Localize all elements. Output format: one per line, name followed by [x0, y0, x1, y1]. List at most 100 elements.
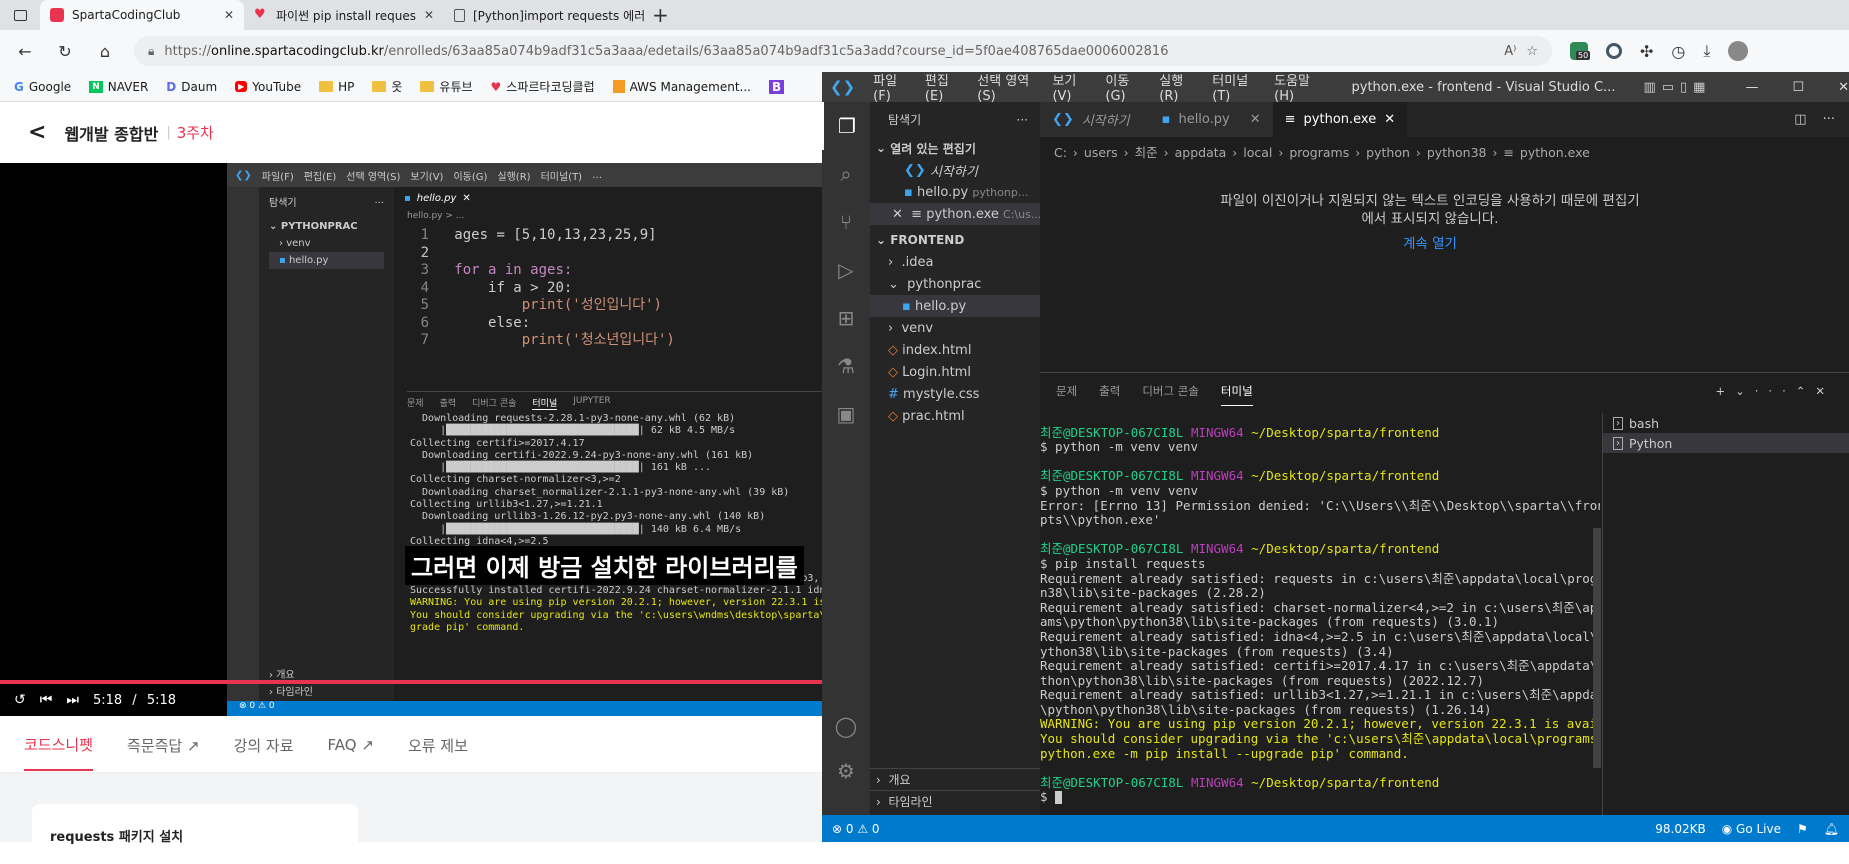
home-icon[interactable]: ⌂: [94, 42, 116, 61]
menu-run[interactable]: 실행(R): [1159, 70, 1194, 104]
editor-tab-python-exe[interactable]: ≡ python.exe ✕: [1272, 102, 1408, 137]
outline-section[interactable]: › 개요: [870, 768, 1040, 790]
bookmark-youtube[interactable]: ▶ YouTube: [235, 80, 301, 94]
timeline-section[interactable]: › 타임라인: [870, 790, 1040, 812]
testing-icon[interactable]: ⚗: [822, 342, 870, 390]
refresh-icon[interactable]: ↻: [54, 42, 76, 61]
new-tab-button[interactable]: +: [652, 3, 669, 27]
extension-shield-icon[interactable]: 50: [1570, 42, 1591, 60]
extensions-puzzle-icon[interactable]: ✣: [1640, 42, 1653, 61]
mini-terminal-line: Collecting charset-normalizer<3,>=2: [410, 474, 621, 486]
menu-edit[interactable]: 편집(E): [925, 70, 959, 104]
search-icon[interactable]: ⌕: [822, 150, 870, 198]
tab-materials[interactable]: 강의 자료: [234, 735, 294, 756]
read-aloud-icon[interactable]: A⁾: [1504, 44, 1516, 59]
menu-file[interactable]: 파일(F): [873, 70, 907, 104]
layout-icons[interactable]: ▥▭▯▦: [1643, 80, 1711, 95]
open-editor-hello[interactable]: ▪ hello.py pythonp...: [870, 181, 1040, 203]
tree-login-html[interactable]: ◇ Login.html: [870, 361, 1040, 383]
replay-icon[interactable]: ↺: [14, 692, 26, 708]
open-editor-welcome[interactable]: ❮❯ 시작하기: [870, 159, 1040, 181]
account-icon[interactable]: ◯: [822, 702, 870, 750]
panel-actions[interactable]: +⌄···⌃✕: [1715, 384, 1835, 398]
next-icon[interactable]: ⏭︎: [66, 692, 79, 708]
maximize-icon[interactable]: ☐: [1792, 80, 1804, 95]
tree-prac-html[interactable]: ◇ prac.html: [870, 405, 1040, 427]
explorer-icon[interactable]: ❐: [822, 102, 870, 150]
bookmark-daum[interactable]: D Daum: [166, 80, 217, 94]
editor-more-icon[interactable]: ···: [1823, 112, 1835, 127]
settings-gear-icon[interactable]: ⚙: [822, 747, 870, 795]
go-live-button[interactable]: ◉ Go Live: [1722, 822, 1781, 836]
menu-terminal[interactable]: 터미널(T): [1212, 70, 1256, 104]
open-anyway-link[interactable]: 계속 열기: [1220, 235, 1640, 253]
back-chevron-icon[interactable]: <: [28, 120, 46, 145]
tab-code-snippet[interactable]: 코드스니펫: [24, 720, 94, 771]
terminal-scrollbar[interactable]: [1593, 528, 1601, 768]
tab-faq[interactable]: FAQ ↗: [328, 736, 374, 754]
browser-tab-pip[interactable]: ♥ 파이썬 pip install requests 패키지 ✕: [244, 0, 444, 30]
extension-circle-icon[interactable]: [1606, 43, 1622, 59]
close-tab-icon[interactable]: ✕: [1384, 112, 1395, 127]
bookmark-naver[interactable]: N NAVER: [89, 80, 148, 94]
bookmark-b[interactable]: B: [768, 79, 785, 94]
bookmark-clothes[interactable]: 옷: [372, 78, 402, 95]
close-editor-icon[interactable]: ✕: [892, 207, 903, 222]
minimize-icon[interactable]: —: [1745, 80, 1758, 95]
panel-tab-problems[interactable]: 문제: [1056, 383, 1077, 399]
editor-tab-welcome[interactable]: ❮❯ 시작하기: [1040, 102, 1142, 137]
back-arrow-icon[interactable]: ←: [14, 42, 36, 61]
menu-selection[interactable]: 선택 영역(S): [977, 70, 1034, 104]
tab-qna[interactable]: 즉문즉답 ↗: [127, 735, 200, 756]
history-icon[interactable]: ◷: [1671, 42, 1685, 61]
tree-hello-py[interactable]: ▪ hello.py: [870, 295, 1040, 317]
browser-tab-import[interactable]: [Python]import requests 에러 ✕: [444, 0, 644, 30]
terminal-output[interactable]: 최준@DESKTOP-067CI8L MINGW64 ~/Desktop/spa…: [1040, 411, 1600, 811]
tab-close-icon[interactable]: ✕: [424, 8, 434, 22]
panel-tab-terminal[interactable]: 터미널: [1220, 377, 1253, 406]
panel-tab-debug[interactable]: 디버그 콘솔: [1142, 383, 1199, 399]
feedback-icon[interactable]: ⚑: [1797, 822, 1808, 836]
tree-mystyle-css[interactable]: # mystyle.css: [870, 383, 1040, 405]
downloads-icon[interactable]: ⤓: [1703, 41, 1710, 61]
run-debug-icon[interactable]: ▷: [822, 246, 870, 294]
open-editor-python-exe[interactable]: ✕ ≡ python.exe C:\us...: [870, 203, 1040, 225]
close-tab-icon[interactable]: ✕: [1250, 112, 1261, 127]
split-editor-icon[interactable]: ◫: [1794, 112, 1806, 127]
tree-index-html[interactable]: ◇ index.html: [870, 339, 1040, 361]
menu-help[interactable]: 도움말(H): [1274, 70, 1319, 104]
favorite-star-icon[interactable]: ☆: [1526, 44, 1538, 59]
tree-venv[interactable]: › venv: [870, 317, 1040, 339]
extensions-icon[interactable]: ⊞: [822, 294, 870, 342]
terminal-session-python[interactable]: › Python: [1603, 433, 1849, 453]
bookmark-google[interactable]: G Google: [14, 80, 71, 94]
terminal-session-bash[interactable]: › bash: [1603, 413, 1849, 433]
bookmark-hp[interactable]: HP: [319, 80, 354, 94]
source-control-icon[interactable]: ⑂: [822, 198, 870, 246]
menu-view[interactable]: 보기(V): [1052, 70, 1087, 104]
tree-pythonprac[interactable]: ⌄ pythonprac: [870, 273, 1040, 295]
problems-status[interactable]: ⊗ 0 ⚠ 0: [832, 822, 880, 836]
profile-avatar[interactable]: [1728, 41, 1749, 61]
previous-icon[interactable]: ⏮︎: [40, 692, 53, 708]
tab-report-error[interactable]: 오류 제보: [408, 735, 468, 756]
close-window-icon[interactable]: ✕: [1838, 80, 1849, 95]
more-actions-icon[interactable]: ···: [1017, 113, 1028, 127]
menu-go[interactable]: 이동(G): [1105, 70, 1141, 104]
panel-tab-output[interactable]: 출력: [1099, 383, 1120, 399]
bookmark-youtube-folder[interactable]: 유튜브: [420, 78, 473, 95]
tab-close-icon[interactable]: ✕: [224, 8, 234, 22]
project-header[interactable]: ⌄ FRONTEND: [870, 229, 1040, 251]
html-file-icon: ◇: [888, 364, 898, 380]
tree-idea[interactable]: › .idea: [870, 251, 1040, 273]
bookmark-sparta[interactable]: ♥ 스파르타코딩클럽: [491, 78, 595, 95]
tab-actions-icon[interactable]: [0, 0, 40, 30]
bookmark-aws[interactable]: AWS Management...: [612, 80, 751, 94]
browser-tab-sparta[interactable]: SpartaCodingClub ✕: [40, 0, 244, 30]
editor-tab-hello[interactable]: ▪ hello.py ✕: [1141, 102, 1273, 137]
open-editors-header[interactable]: ⌄ 열려 있는 편집기: [870, 137, 1040, 159]
notifications-bell-icon[interactable]: 🔔︎: [1824, 822, 1839, 836]
remote-explorer-icon[interactable]: ▣: [822, 390, 870, 438]
url-bar[interactable]: 🔒︎ https://online.spartacodingclub.kr/en…: [134, 36, 1552, 66]
